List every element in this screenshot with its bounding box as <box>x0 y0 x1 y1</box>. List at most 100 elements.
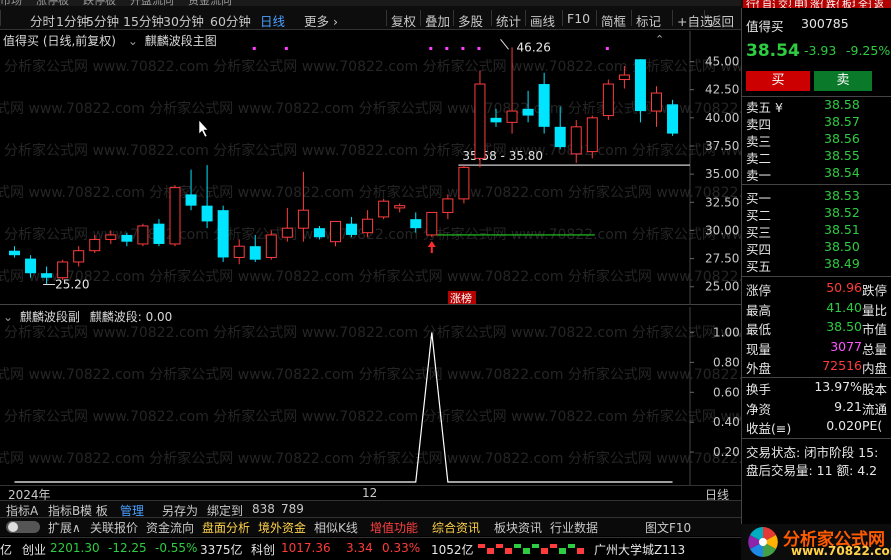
candle-body <box>554 126 566 148</box>
candle[interactable] <box>538 72 550 134</box>
buy-button[interactable]: 买 <box>746 71 810 91</box>
candle-body <box>362 218 374 234</box>
stat-right-label: 股本 <box>862 382 888 397</box>
candle[interactable] <box>217 205 229 262</box>
extension-tab[interactable]: 扩展∧ <box>48 519 81 536</box>
sub-indicator-chart[interactable]: 分析家公式网 www.70822.com 分析家公式网 www.70822.co… <box>0 307 891 485</box>
toolbar-divider <box>672 10 673 26</box>
indicator-tabs: 指标A 指标B 模 板管理 另存为 绑定到 838 789 <box>0 500 741 518</box>
watermark-text: 分析家公式网 www.70822.com 分析家公式网 www.70822.co… <box>0 100 741 117</box>
breadth-bar <box>478 544 485 548</box>
signal-dot <box>445 47 449 50</box>
candle[interactable] <box>586 115 598 159</box>
indicator-tab[interactable]: 789 <box>281 502 304 516</box>
tool-button[interactable]: 标记 <box>636 11 661 30</box>
index1-name[interactable]: 创业 <box>22 541 46 558</box>
extension-tab[interactable]: 行业数据 <box>550 519 598 536</box>
sub-value-label: 麒麟波段: 0.00 <box>89 310 173 324</box>
main-candle-chart[interactable]: 分析家公式网 www.70822.com 分析家公式网 www.70822.co… <box>0 31 891 305</box>
period-tab[interactable]: 1分钟 <box>56 11 89 30</box>
candle[interactable] <box>153 219 165 247</box>
candle-body <box>121 234 133 242</box>
tool-button[interactable]: 复权 <box>391 11 416 30</box>
y-tick-label: 25.00 <box>705 280 739 294</box>
toolbar-divider <box>704 10 705 26</box>
stat-right-label: 总量 <box>862 341 888 357</box>
y-tick-label: 30.00 <box>705 223 739 237</box>
extension-tab[interactable]: 境外资金 <box>258 519 306 536</box>
candle[interactable] <box>73 246 85 267</box>
tool-button[interactable]: 多股 <box>458 11 483 30</box>
period-tab[interactable]: 分时 <box>30 11 55 30</box>
tool-button[interactable]: +自选 <box>677 11 712 30</box>
candle[interactable] <box>233 239 245 265</box>
collapse-icon[interactable]: ⌃ <box>655 33 664 46</box>
high-marker-arrow <box>500 39 509 50</box>
candle[interactable] <box>346 216 358 238</box>
extension-tab[interactable]: 资金流向 <box>146 519 194 536</box>
candle[interactable] <box>169 185 181 247</box>
candle[interactable] <box>137 223 149 247</box>
candle[interactable] <box>458 165 470 204</box>
candle[interactable] <box>602 79 614 121</box>
extension-tab[interactable]: 关联报价 <box>90 519 138 536</box>
candle[interactable] <box>426 211 438 238</box>
candle[interactable] <box>651 86 662 127</box>
trading-terminal: 市场涨停板跌停板开盘流向资金流向 行情自选交易申购涨停板跌停板板块全景返回 分时… <box>0 0 891 560</box>
candle[interactable] <box>265 230 277 260</box>
bid-level: 买一 38.53 <box>746 188 891 206</box>
breadth-bar <box>541 548 548 554</box>
watermark-text: 分析家公式网 www.70822.com 分析家公式网 www.70822.co… <box>0 184 741 201</box>
sell-button[interactable]: 卖 <box>814 71 872 91</box>
extension-tab[interactable]: 板块资讯 <box>494 519 542 536</box>
candle-body <box>57 261 69 279</box>
extension-tabs: 扩展∧ 关联报价 资金流向 盘面分析 境外资金 相似K线 增值功能 综合资讯 板块资讯 行业数据 图… <box>0 517 741 536</box>
tool-button[interactable]: 叠加 <box>425 11 450 30</box>
candle[interactable] <box>667 99 679 136</box>
candle[interactable] <box>362 210 374 238</box>
extension-tab[interactable]: 综合资讯 <box>432 519 480 536</box>
y-tick-label: 0.20 <box>713 445 740 459</box>
period-tab[interactable]: 30分钟 <box>163 11 204 30</box>
indicator-chevron-icon[interactable]: ⌄ <box>128 34 138 48</box>
sub-title[interactable]: 麒麟波段副 <box>20 310 80 324</box>
indicator-tab[interactable]: 838 <box>252 502 275 516</box>
candle[interactable] <box>394 203 406 213</box>
stat-label: 换手 <box>746 382 772 397</box>
period-tab[interactable]: 60分钟 <box>210 11 251 30</box>
index2-name[interactable]: 科创 <box>251 541 275 558</box>
y-tick-label: 27.50 <box>705 252 739 266</box>
candle[interactable] <box>474 70 486 168</box>
y-tick-label: 42.50 <box>705 83 739 97</box>
candle[interactable] <box>9 246 20 258</box>
candle[interactable] <box>281 207 293 242</box>
candle-body <box>394 205 406 209</box>
period-tab[interactable]: 5分钟 <box>86 11 119 30</box>
tool-button[interactable]: 简框 <box>601 11 626 30</box>
main-indicator-name[interactable]: 麒麟波段主图 <box>145 34 217 48</box>
toolbar-divider <box>525 10 526 26</box>
tool-button[interactable]: 返回 <box>709 11 734 30</box>
tool-button[interactable]: F10 <box>567 11 590 26</box>
period-tab[interactable]: 更多 › <box>304 11 338 30</box>
ask-level: 卖二 38.55 <box>746 148 891 166</box>
watermark-text: 分析家公式网 www.70822.com 分析家公式网 www.70822.co… <box>4 142 741 159</box>
period-tab[interactable]: 日线 <box>260 11 285 30</box>
stat-row: 外盘 72516 内盘 <box>746 358 891 376</box>
sub-chevron-icon[interactable]: ⌄ <box>3 310 13 324</box>
tool-button[interactable]: 画线 <box>530 11 555 30</box>
top-strip-tab[interactable]: 返回 <box>871 0 891 8</box>
toolbar-divider <box>631 10 632 26</box>
extension-tab[interactable]: 相似K线 <box>314 519 358 536</box>
extension-tab[interactable]: 盘面分析 <box>202 519 250 536</box>
period-tab[interactable]: 15分钟 <box>123 11 164 30</box>
toolbar-divider <box>562 10 563 26</box>
candle-body <box>281 227 293 238</box>
index2-pct: 0.33% <box>382 541 421 555</box>
stock-code: 300785 <box>801 16 849 31</box>
tool-button[interactable]: 统计 <box>496 11 521 30</box>
candle-body <box>105 234 117 240</box>
extension-tab[interactable]: 图文F10 <box>645 519 691 536</box>
candle[interactable] <box>378 198 390 220</box>
extension-tab[interactable]: 增值功能 <box>370 519 418 536</box>
